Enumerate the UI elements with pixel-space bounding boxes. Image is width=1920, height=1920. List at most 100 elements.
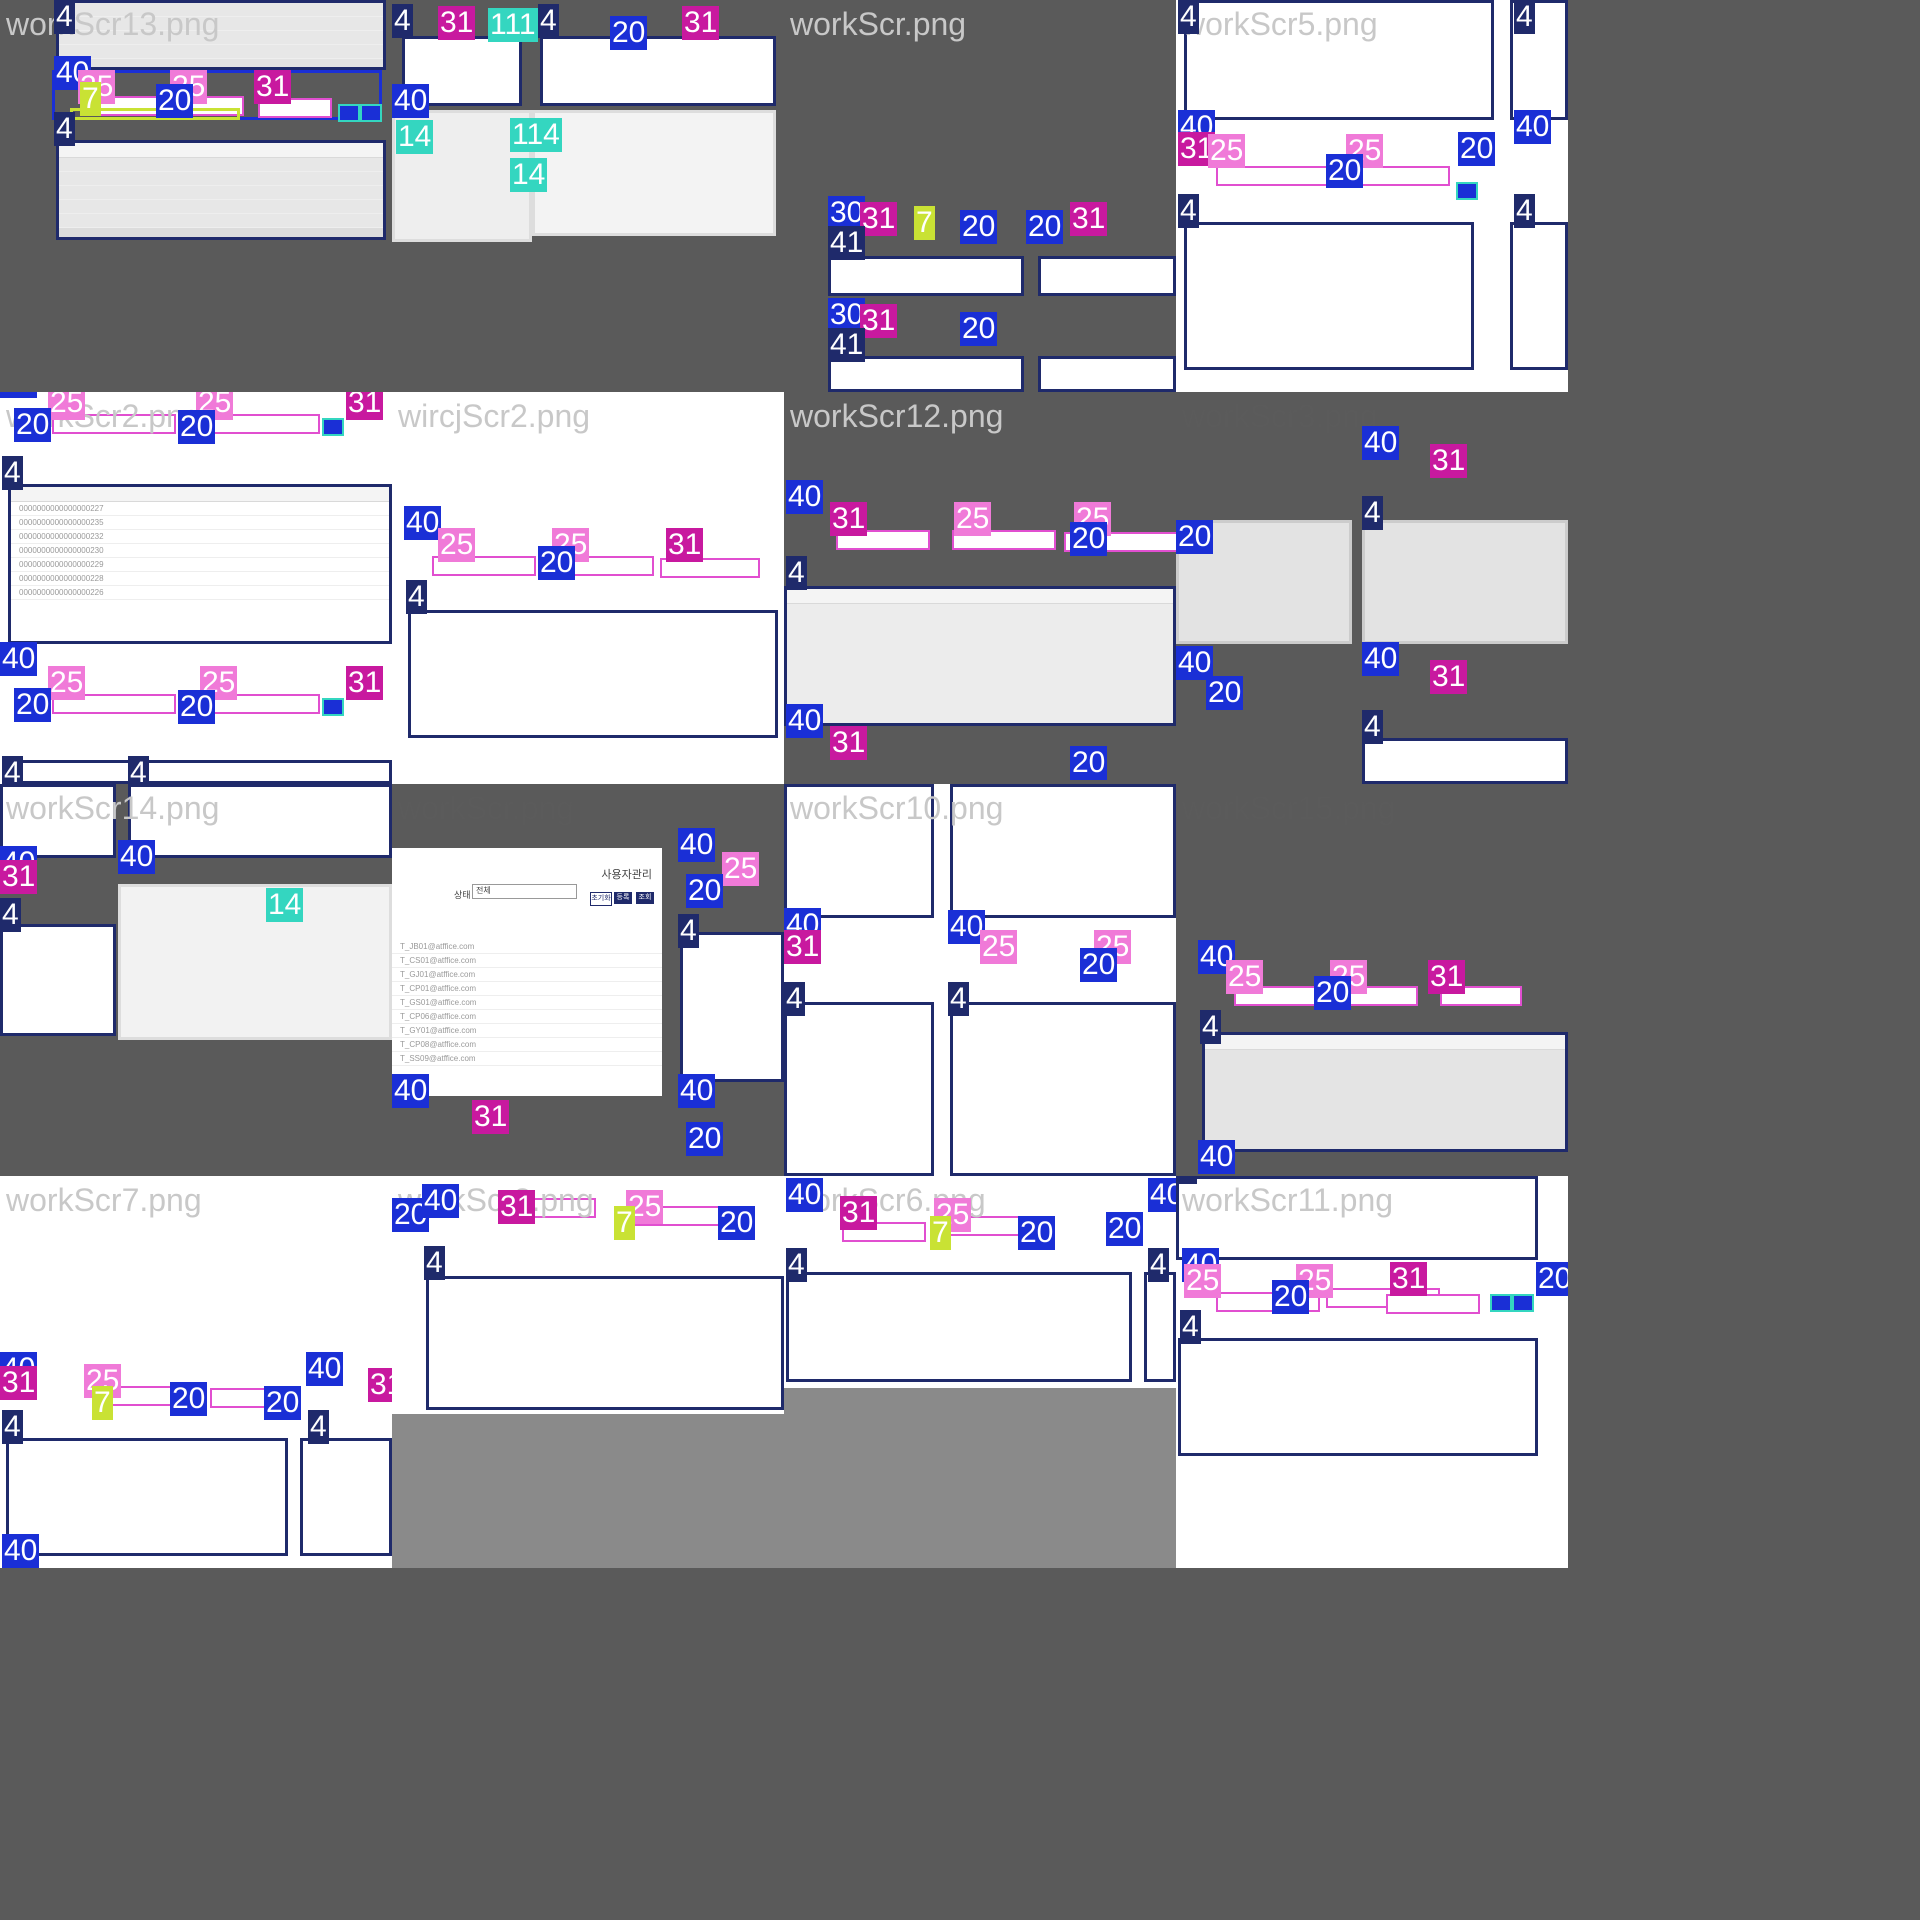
table-panel: [532, 110, 776, 236]
search-button[interactable]: 조회: [636, 892, 654, 904]
label-badge: 40: [1362, 642, 1400, 676]
label-badge: 7: [80, 82, 101, 116]
label-badge: 20: [686, 1122, 724, 1156]
label-badge: 20: [960, 210, 998, 244]
label-badge: 4: [1180, 1310, 1201, 1344]
label-badge: 4: [54, 0, 75, 34]
label-badge: 40: [786, 1178, 824, 1212]
search-button[interactable]: [1456, 182, 1478, 200]
label-badge: 20: [538, 546, 576, 580]
register-button[interactable]: [1512, 1294, 1534, 1312]
label-badge: 20: [264, 1386, 302, 1420]
table-row: T_GS01@atffice.com: [392, 996, 662, 1010]
screenshot-grid: workScr13.png 4 40 31 7 20 4 4 31 111 4 …: [0, 0, 1920, 1920]
tile-title: workScr13.png: [6, 6, 220, 42]
label-badge: 41: [828, 226, 866, 260]
data-table: [1362, 738, 1568, 784]
data-table: [950, 1002, 1176, 1176]
label-badge: 31: [666, 528, 704, 562]
label-badge: 40: [306, 1352, 344, 1386]
search-button[interactable]: [322, 698, 344, 716]
label-badge: 40: [392, 84, 430, 118]
label-badge: 25: [1208, 134, 1246, 168]
email-cell: T_CP06@atffice.com: [400, 1012, 477, 1021]
label-badge: 20: [1176, 520, 1214, 554]
label-badge: 4: [1514, 0, 1535, 34]
label-badge: 31: [0, 1366, 38, 1400]
table-header: [11, 487, 389, 502]
data-table: [680, 932, 784, 1082]
label-badge: 4: [2, 756, 23, 784]
status-select[interactable]: [1386, 1294, 1480, 1314]
label-badge: 20: [1272, 1280, 1310, 1314]
label-badge: 40: [1362, 426, 1400, 460]
table-row: T_GY01@atffice.com: [392, 1024, 662, 1038]
data-table: [0, 924, 116, 1036]
label-badge: 4: [784, 982, 805, 1016]
member-number: 0000000000000000227: [19, 504, 104, 513]
user-management-page: 사용자관리 상태 전체 초기화 등록 조회 T_JB01@atffice.com…: [392, 848, 662, 1096]
label-badge: 31: [254, 70, 292, 104]
label-badge: 25: [48, 392, 86, 420]
data-table: 0000000000000000227 0000000000000000235 …: [8, 484, 392, 644]
label-badge: 40: [404, 506, 442, 540]
label-badge: 31: [1428, 960, 1466, 994]
label-badge: 14: [266, 888, 304, 922]
label-badge: 20: [960, 312, 998, 346]
label-badge: 20: [1106, 1212, 1144, 1246]
tile-title: workScr12.png: [790, 398, 1004, 434]
label-badge: 20: [178, 690, 216, 724]
tile-title: workScr14.png: [6, 790, 220, 826]
tile-7: workScr12.png 40 31 25 25 20 4 40 31 20: [784, 392, 1176, 784]
tile-15: workScr6.png 40 31 25 7 20 20 4 40 4: [784, 1176, 1176, 1568]
label-badge: 31: [830, 502, 868, 536]
label-badge: 4: [948, 982, 969, 1016]
label-badge: 20: [1026, 210, 1064, 244]
label-badge: 4: [678, 914, 699, 948]
tile-4: workScr5.png 4 4 40 31 25 25 20 20 40 4 …: [1176, 0, 1568, 392]
label-badge: 20: [718, 1206, 756, 1240]
register-button[interactable]: [360, 104, 382, 122]
email-cell: T_GY01@atffice.com: [400, 1026, 477, 1035]
member-number: 0000000000000000226: [19, 588, 104, 597]
table-row: T_SS09@atffice.com: [392, 1052, 662, 1066]
label-badge: 4: [786, 556, 807, 590]
label-badge: 20: [1458, 132, 1496, 166]
label-badge: 31: [368, 1368, 392, 1402]
status-label: 상태: [454, 890, 471, 900]
member-number: 0000000000000000228: [19, 574, 104, 583]
label-badge: 4: [1362, 496, 1383, 530]
email-cell: T_GJ01@atffice.com: [400, 970, 476, 979]
data-table: [1362, 520, 1568, 644]
status-select[interactable]: 전체: [472, 884, 577, 899]
table-row: [59, 214, 383, 228]
search-button[interactable]: [1490, 1294, 1512, 1312]
member-number: 0000000000000000229: [19, 560, 104, 569]
label-badge: 31: [1070, 202, 1108, 236]
label-badge: 40: [1514, 110, 1552, 144]
label-badge: 4: [1178, 0, 1199, 34]
label-badge: 31: [1390, 1262, 1428, 1296]
tile-title: workScr5.png: [1182, 6, 1378, 42]
label-badge: 4: [1200, 1010, 1221, 1044]
email-cell: T_SS09@atffice.com: [400, 1054, 476, 1063]
search-button[interactable]: [322, 418, 344, 436]
tile-title: workScr7.png: [6, 1182, 202, 1218]
tile-12: workScr15.png 40 25 25 31 20 4 40: [1176, 784, 1568, 1176]
label-badge: 25: [438, 528, 476, 562]
label-badge: 7: [614, 1206, 635, 1240]
label-badge: 40: [0, 642, 38, 676]
search-button[interactable]: [338, 104, 360, 122]
label-badge: 4: [786, 1248, 807, 1282]
label-badge: 4: [308, 1410, 329, 1444]
tile-10: workScr.png 사용자관리 상태 전체 초기화 등록 조회 T_JB01…: [392, 784, 784, 1176]
reset-button[interactable]: 초기화: [590, 892, 612, 906]
tile-title: workScr.png: [790, 6, 967, 42]
label-badge: 20: [14, 688, 52, 722]
table-panel: [1038, 356, 1176, 392]
table-row: 0000000000000000232: [11, 530, 389, 544]
register-button[interactable]: 등록: [614, 892, 632, 904]
label-badge: 31: [346, 666, 384, 700]
label-badge: 40: [786, 704, 824, 738]
tile-13: workScr7.png 40 31 25 7 20 20 4 40 31 4 …: [0, 1176, 392, 1568]
